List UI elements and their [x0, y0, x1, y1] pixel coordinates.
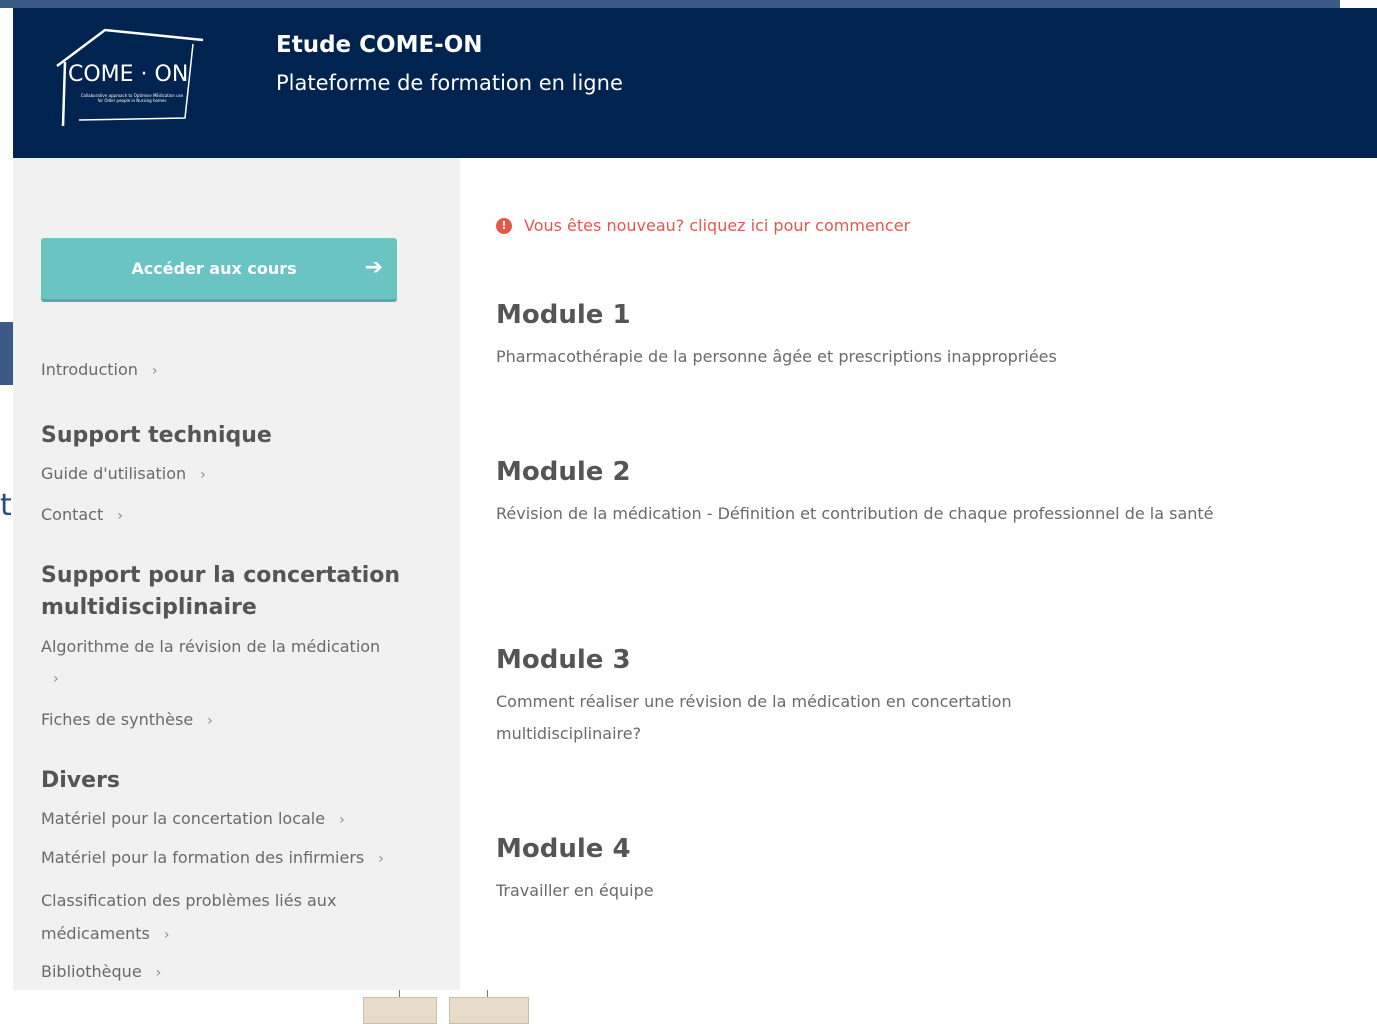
nav-local-concertation-material[interactable]: Matériel pour la concertation locale › — [41, 809, 345, 828]
chevron-right-icon: › — [155, 965, 162, 981]
nav-medication-review-algorithm-label: Algorithme de la révision de la médicati… — [41, 637, 381, 656]
nav-contact-label: Contact — [41, 505, 104, 524]
logo-name: COME · ON — [68, 62, 189, 87]
module-4-title[interactable]: Module 4 — [496, 834, 631, 864]
nav-user-guide-label: Guide d'utilisation — [41, 464, 187, 483]
section-title-multidisciplinary-support: Support pour la concertation multidiscip… — [41, 563, 401, 620]
nav-drug-problem-classification-label: Classification des problèmes liés aux mé… — [41, 891, 337, 943]
section-title-misc: Divers — [41, 768, 121, 793]
chevron-right-icon: › — [339, 812, 345, 828]
module-3-description: Comment réaliser une révision de la médi… — [496, 692, 1012, 743]
chevron-right-icon: › — [117, 508, 123, 524]
background-bar — [0, 322, 13, 385]
nav-library[interactable]: Bibliothèque › — [41, 962, 161, 981]
module-2-description: Révision de la médication - Définition e… — [496, 504, 1214, 523]
module-3-title[interactable]: Module 3 — [496, 645, 631, 675]
section-title-technical-support: Support technique — [41, 423, 272, 448]
nav-summary-sheets[interactable]: Fiches de synthèse › — [41, 710, 213, 729]
module-1-description: Pharmacothérapie de la personne âgée et … — [496, 347, 1057, 366]
chevron-right-icon: › — [163, 927, 170, 943]
access-courses-button[interactable]: Accéder aux cours ➔ — [41, 238, 397, 302]
nav-contact[interactable]: Contact › — [41, 505, 123, 524]
nav-local-concertation-material-label: Matériel pour la concertation locale — [41, 809, 326, 828]
module-1-title[interactable]: Module 1 — [496, 300, 631, 330]
nav-drug-problem-classification[interactable]: Classification des problèmes liés aux mé… — [41, 884, 371, 952]
new-user-notice-text: Vous êtes nouveau? cliquez ici pour comm… — [524, 216, 911, 235]
nav-summary-sheets-label: Fiches de synthèse — [41, 710, 194, 729]
logo-tagline: Collaborative approach to Optimise MEdic… — [80, 93, 184, 103]
module-2-title[interactable]: Module 2 — [496, 457, 631, 487]
new-user-notice-link[interactable]: ! Vous êtes nouveau? cliquez ici pour co… — [496, 216, 910, 235]
nav-user-guide[interactable]: Guide d'utilisation › — [41, 464, 206, 483]
nav-nurse-training-material[interactable]: Matériel pour la formation des infirmier… — [41, 848, 384, 867]
nav-library-label: Bibliothèque — [41, 962, 142, 981]
info-icon: ! — [496, 217, 512, 234]
come-on-logo[interactable]: COME · ON Collaborative approach to Opti… — [53, 18, 205, 128]
nav-introduction[interactable]: Introduction › — [41, 360, 158, 379]
chevron-right-icon: › — [200, 467, 206, 483]
background-thumbnail — [449, 997, 529, 1024]
nav-introduction-label: Introduction — [41, 360, 138, 379]
nav-medication-review-algorithm[interactable]: Algorithme de la révision de la médicati… — [41, 630, 401, 696]
arrow-right-icon: ➔ — [364, 255, 383, 280]
chevron-right-icon: › — [151, 363, 158, 379]
access-courses-label: Accéder aux cours — [131, 259, 297, 278]
background-strip — [0, 0, 1340, 8]
module-4-description: Travailler en équipe — [496, 881, 654, 900]
chevron-right-icon: › — [53, 671, 59, 687]
site-header: COME · ON Collaborative approach to Opti… — [13, 8, 1377, 158]
site-title: Etude COME-ON — [276, 32, 483, 58]
sidebar: Accéder aux cours ➔ Introduction › Suppor… — [13, 158, 460, 990]
nav-nurse-training-material-label: Matériel pour la formation des infirmier… — [41, 848, 365, 867]
chevron-right-icon: › — [207, 713, 213, 729]
chevron-right-icon: › — [378, 851, 384, 867]
background-text: t — [0, 488, 12, 523]
site-subtitle: Plateforme de formation en ligne — [276, 71, 623, 95]
background-thumbnail — [363, 997, 437, 1024]
